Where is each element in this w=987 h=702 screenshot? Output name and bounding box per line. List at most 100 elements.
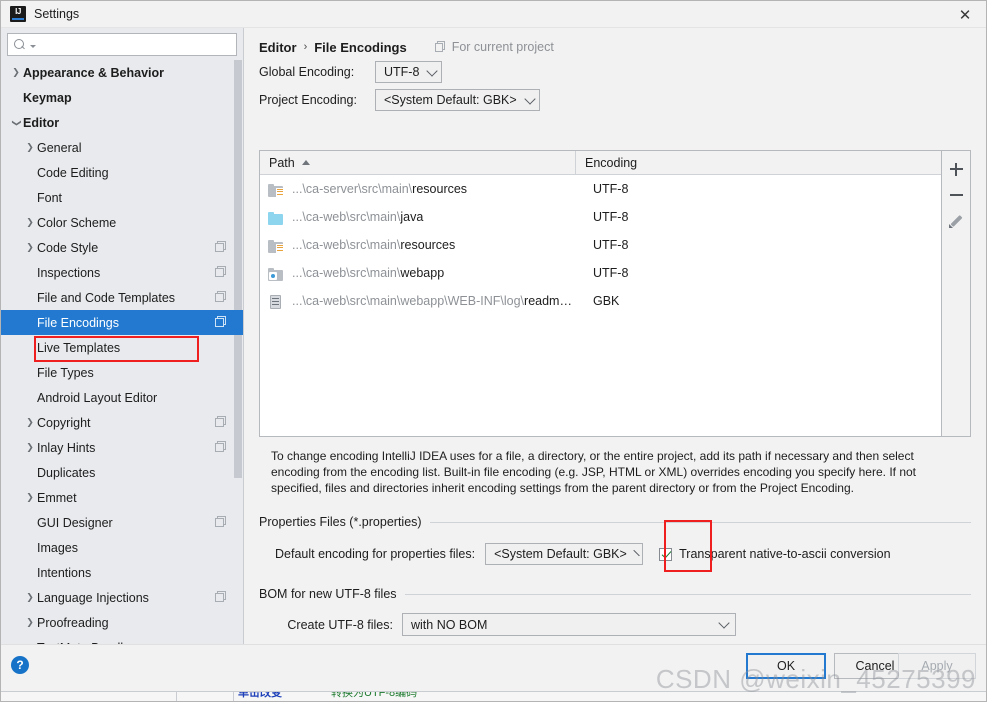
chevron-right-icon[interactable]: ❯ <box>23 143 37 153</box>
sidebar-item-label: Inspections <box>37 265 101 280</box>
copy-icon <box>434 41 447 53</box>
properties-files-group-label: Properties Files (*.properties) <box>259 515 430 529</box>
table-row[interactable]: ...\ca-web\src\main\resources UTF-8 <box>260 231 941 259</box>
sidebar-item-label: Font <box>37 190 63 205</box>
sidebar-item-file-types[interactable]: ❯File Types <box>1 360 243 385</box>
breadcrumb-parent[interactable]: Editor <box>259 40 297 55</box>
breadcrumb-separator: › <box>303 41 308 53</box>
sidebar-item-label: Duplicates <box>37 465 96 480</box>
sidebar-item-appearance-behavior[interactable]: ❯ Appearance & Behavior <box>1 60 243 85</box>
sidebar-item-gui-designer[interactable]: ❯GUI Designer <box>1 510 243 535</box>
sidebar-item-duplicates[interactable]: ❯Duplicates <box>1 460 243 485</box>
chevron-right-icon[interactable]: ❯ <box>23 593 37 603</box>
encodings-help-text: To change encoding IntelliJ IDEA uses fo… <box>271 449 916 495</box>
sidebar-item-font[interactable]: ❯Font <box>1 185 243 210</box>
table-cell-path: ...\ca-web\src\main\webapp\WEB-INF\log\r… <box>292 294 584 308</box>
intellij-logo-icon <box>10 6 26 22</box>
copy-icon <box>215 416 227 428</box>
path-prefix: ...\ca-web\src\main\ <box>292 266 401 280</box>
sidebar-item-copyright[interactable]: ❯ Copyright <box>1 410 243 435</box>
close-icon[interactable]: ✕ <box>942 1 986 28</box>
sidebar-item-images[interactable]: ❯Images <box>1 535 243 560</box>
global-encoding-row: Global Encoding: UTF-8 <box>245 58 986 86</box>
chevron-down-icon[interactable]: ❯ <box>11 116 21 130</box>
sidebar-item-keymap[interactable]: ❯Keymap <box>1 85 243 110</box>
search-input[interactable] <box>36 36 230 53</box>
create-utf8-row: Create UTF-8 files: with NO BOM <box>259 613 971 636</box>
chevron-right-icon[interactable]: ❯ <box>23 618 37 628</box>
sidebar-item-general[interactable]: ❯ General <box>1 135 243 160</box>
global-encoding-select[interactable]: UTF-8 <box>375 61 443 83</box>
table-cell-encoding[interactable]: GBK <box>584 294 619 308</box>
remove-button[interactable] <box>943 182 969 208</box>
divider <box>233 692 234 701</box>
background-text-blue: 单击改变 <box>238 691 282 699</box>
sidebar-item-live-templates[interactable]: ❯Live Templates <box>1 335 243 360</box>
sidebar-item-label: Images <box>37 540 78 555</box>
sidebar-item-inlay-hints[interactable]: ❯ Inlay Hints <box>1 435 243 460</box>
column-header-encoding[interactable]: Encoding <box>576 151 637 175</box>
default-properties-encoding-value: <System Default: GBK> <box>494 547 627 561</box>
table-cell-encoding[interactable]: UTF-8 <box>584 210 628 224</box>
sidebar-item-android-layout-editor[interactable]: ❯Android Layout Editor <box>1 385 243 410</box>
sidebar-item-intentions[interactable]: ❯Intentions <box>1 560 243 585</box>
sidebar-item-emmet[interactable]: ❯ Emmet <box>1 485 243 510</box>
sidebar-item-code-editing[interactable]: ❯Code Editing <box>1 160 243 185</box>
copy-icon <box>215 441 227 453</box>
table-row[interactable]: ...\ca-server\src\main\resources UTF-8 <box>260 175 941 203</box>
path-leaf: resources <box>400 238 456 252</box>
table-cell-encoding[interactable]: UTF-8 <box>584 266 628 280</box>
sidebar-item-proofreading[interactable]: ❯ Proofreading <box>1 610 243 635</box>
sidebar-item-label: Emmet <box>37 490 77 505</box>
sidebar-item-editor[interactable]: ❯ Editor <box>1 110 243 135</box>
chevron-right-icon[interactable]: ❯ <box>23 243 37 253</box>
transparent-conversion-label: Transparent native-to-ascii conversion <box>679 547 891 561</box>
sidebar-item-code-style[interactable]: ❯ Code Style <box>1 235 243 260</box>
create-utf8-select[interactable]: with NO BOM <box>402 613 736 636</box>
sidebar-item-language-injections[interactable]: ❯ Language Injections <box>1 585 243 610</box>
table-cell-path: ...\ca-server\src\main\resources <box>292 182 584 196</box>
chevron-right-icon[interactable]: ❯ <box>23 218 37 228</box>
default-properties-encoding-select[interactable]: <System Default: GBK> <box>485 543 644 565</box>
title-bar: Settings ✕ <box>1 1 986 28</box>
page-title: File Encodings <box>314 39 407 55</box>
sidebar-item-label: Copyright <box>37 415 91 430</box>
transparent-conversion-checkbox[interactable] <box>659 547 673 561</box>
table-cell-path: ...\ca-web\src\main\resources <box>292 238 584 252</box>
sidebar-item-file-encodings[interactable]: ❯File Encodings <box>1 310 243 335</box>
chevron-right-icon[interactable]: ❯ <box>23 443 37 453</box>
copy-icon <box>215 291 227 303</box>
copy-icon <box>215 241 227 253</box>
project-encoding-select[interactable]: <System Default: GBK> <box>375 89 540 111</box>
search-icon <box>14 38 27 51</box>
pencil-icon <box>949 214 963 228</box>
sidebar-item-label: Keymap <box>23 90 72 105</box>
sidebar-item-color-scheme[interactable]: ❯ Color Scheme <box>1 210 243 235</box>
sidebar-item-label: Inlay Hints <box>37 440 96 455</box>
table-row[interactable]: ...\ca-web\src\main\webapp UTF-8 <box>260 259 941 287</box>
sidebar-item-label: Intentions <box>37 565 92 580</box>
table-cell-path: ...\ca-web\src\main\java <box>292 210 584 224</box>
chevron-right-icon[interactable]: ❯ <box>23 493 37 503</box>
transparent-conversion-checkbox-row[interactable]: Transparent native-to-ascii conversion <box>659 547 891 561</box>
table-cell-encoding[interactable]: UTF-8 <box>584 238 628 252</box>
sidebar-item-file-and-code-templates[interactable]: ❯File and Code Templates <box>1 285 243 310</box>
breadcrumb: Editor › File Encodings For current proj… <box>245 28 986 58</box>
table-toolbar <box>942 150 971 437</box>
search-box[interactable] <box>7 33 237 56</box>
sidebar-item-inspections[interactable]: ❯Inspections <box>1 260 243 285</box>
sidebar-item-label: Proofreading <box>37 615 109 630</box>
add-button[interactable] <box>943 156 969 182</box>
source-folder-icon <box>268 210 284 225</box>
table-row[interactable]: ...\ca-web\src\main\java UTF-8 <box>260 203 941 231</box>
chevron-right-icon[interactable]: ❯ <box>23 418 37 428</box>
help-icon[interactable]: ? <box>11 656 29 674</box>
edit-button[interactable] <box>943 208 969 234</box>
path-prefix: ...\ca-server\src\main\ <box>292 182 413 196</box>
column-header-path-label: Path <box>269 155 295 170</box>
chevron-right-icon[interactable]: ❯ <box>9 68 23 78</box>
table-row[interactable]: ...\ca-web\src\main\webapp\WEB-INF\log\r… <box>260 287 941 315</box>
column-header-path[interactable]: Path <box>260 151 576 175</box>
table-cell-encoding[interactable]: UTF-8 <box>584 182 628 196</box>
copy-icon <box>215 516 227 528</box>
